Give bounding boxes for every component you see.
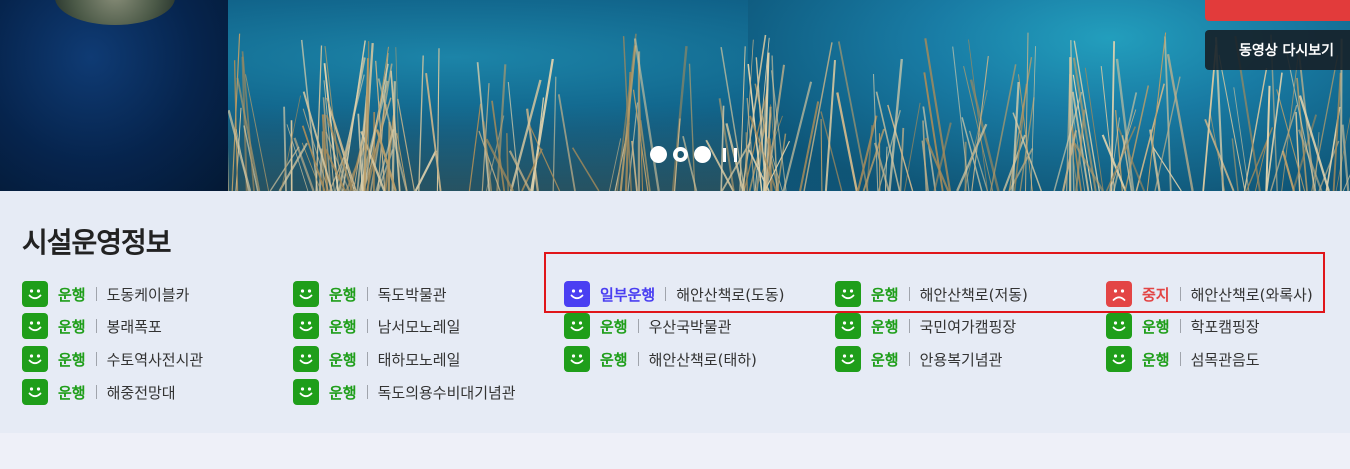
- hero-side-image: [0, 0, 228, 191]
- facility-name: 수토역사전시관: [106, 350, 204, 369]
- facility-item[interactable]: 운행 독도의용수비대기념관: [293, 379, 516, 405]
- smile-face-icon: [293, 281, 319, 307]
- divider: [95, 352, 97, 366]
- footer-band: [0, 433, 1350, 469]
- smile-face-icon: [1106, 313, 1132, 339]
- facility-status: 운행: [329, 383, 357, 402]
- facility-status: 운행: [871, 350, 899, 369]
- facility-status: 운행: [1142, 350, 1170, 369]
- facility-item[interactable]: 운행 해중전망대: [22, 379, 176, 405]
- facility-item[interactable]: 운행 독도박물관: [293, 281, 447, 307]
- facility-status: 운행: [58, 285, 86, 304]
- divider: [908, 352, 910, 366]
- slide-dot-2[interactable]: [673, 147, 688, 162]
- replay-video-button[interactable]: 동영상 다시보기: [1205, 30, 1350, 70]
- divider: [637, 319, 639, 333]
- facility-item[interactable]: 운행 봉래폭포: [22, 313, 162, 339]
- facility-name: 도동케이블카: [106, 285, 190, 304]
- divider: [366, 319, 368, 333]
- divider: [95, 287, 97, 301]
- smile-face-icon: [564, 346, 590, 372]
- divider: [1179, 352, 1181, 366]
- facility-item[interactable]: 운행 우산국박물관: [564, 313, 731, 339]
- facility-name: 해안산책로(태하): [648, 350, 757, 369]
- divider: [908, 319, 910, 333]
- highlight-box: [544, 252, 1325, 313]
- divider: [95, 385, 97, 399]
- smile-face-icon: [835, 313, 861, 339]
- smile-face-icon: [22, 313, 48, 339]
- divider: [637, 352, 639, 366]
- facility-item[interactable]: 운행 태하모노레일: [293, 346, 460, 372]
- facility-name: 남서모노레일: [377, 317, 461, 336]
- facility-item[interactable]: 운행 섬목관음도: [1106, 346, 1260, 372]
- smile-face-icon: [293, 313, 319, 339]
- facility-item[interactable]: 운행 도동케이블카: [22, 281, 189, 307]
- smile-face-icon: [22, 346, 48, 372]
- facility-name: 섬목관음도: [1190, 350, 1260, 369]
- facility-item[interactable]: 운행 해안산책로(태하): [564, 346, 757, 372]
- facility-status: 운행: [329, 350, 357, 369]
- smile-face-icon: [293, 346, 319, 372]
- facility-name: 안용복기념관: [919, 350, 1003, 369]
- facility-status: 운행: [871, 317, 899, 336]
- facility-status: 운행: [600, 317, 628, 336]
- facility-name: 독도박물관: [377, 285, 447, 304]
- facility-name: 태하모노레일: [377, 350, 461, 369]
- smile-face-icon: [835, 346, 861, 372]
- live-button[interactable]: [1205, 0, 1350, 21]
- facility-item[interactable]: 운행 남서모노레일: [293, 313, 460, 339]
- divider: [366, 352, 368, 366]
- smile-face-icon: [1106, 346, 1132, 372]
- smile-face-icon: [293, 379, 319, 405]
- facility-status: 운행: [58, 317, 86, 336]
- hero-banner: 동영상 다시보기: [0, 0, 1350, 191]
- facility-status: 운행: [329, 285, 357, 304]
- facility-name: 우산국박물관: [648, 317, 732, 336]
- divider: [95, 319, 97, 333]
- facility-name: 국민여가캠핑장: [919, 317, 1017, 336]
- divider: [366, 385, 368, 399]
- facility-status: 운행: [329, 317, 357, 336]
- hero-image: [228, 0, 1350, 191]
- facility-status: 운행: [58, 383, 86, 402]
- divider: [1179, 319, 1181, 333]
- facility-item[interactable]: 운행 안용복기념관: [835, 346, 1002, 372]
- section-title: 시설운영정보: [22, 226, 172, 259]
- facility-status: 운행: [58, 350, 86, 369]
- smile-face-icon: [564, 313, 590, 339]
- facility-name: 독도의용수비대기념관: [377, 383, 516, 402]
- smile-face-icon: [22, 281, 48, 307]
- slide-pager: [650, 146, 737, 163]
- facility-name: 봉래폭포: [106, 317, 162, 336]
- facility-status: 운행: [600, 350, 628, 369]
- pause-icon[interactable]: [723, 147, 737, 163]
- facility-name: 해중전망대: [106, 383, 176, 402]
- facility-status: 운행: [1142, 317, 1170, 336]
- divider: [366, 287, 368, 301]
- facility-item[interactable]: 운행 국민여가캠핑장: [835, 313, 1016, 339]
- facility-name: 학포캠핑장: [1190, 317, 1260, 336]
- grass-decoration: [228, 32, 1350, 191]
- facility-item[interactable]: 운행 수토역사전시관: [22, 346, 203, 372]
- smile-face-icon: [22, 379, 48, 405]
- slide-dot-1[interactable]: [650, 146, 667, 163]
- slide-dot-3[interactable]: [694, 146, 711, 163]
- facility-item[interactable]: 운행 학포캠핑장: [1106, 313, 1260, 339]
